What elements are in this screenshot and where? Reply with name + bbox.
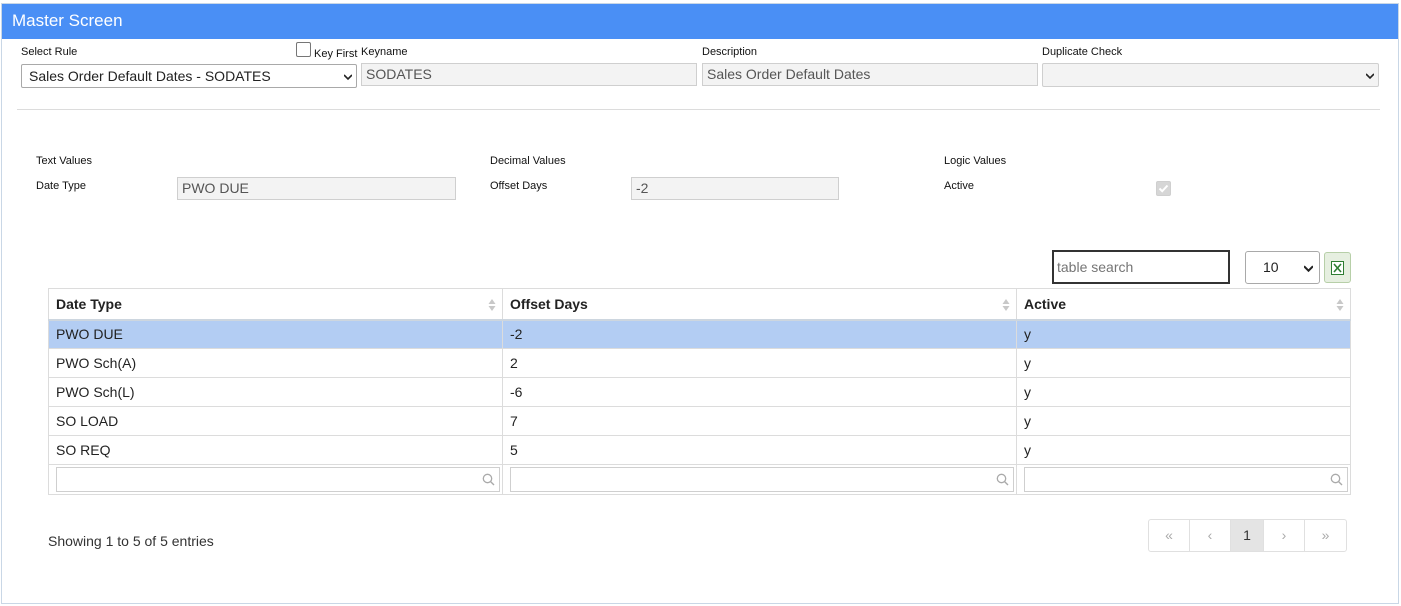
- column-header-label: Date Type: [56, 295, 122, 312]
- description-label: Description: [702, 46, 758, 58]
- column-header-label: Offset Days: [510, 295, 588, 312]
- table-row[interactable]: SO LOAD 7 y: [48, 406, 1351, 436]
- chevron-down-icon: [1304, 265, 1313, 273]
- filter-cell: [502, 464, 1017, 495]
- page-1-button[interactable]: 1: [1231, 520, 1264, 551]
- excel-icon: [1331, 261, 1344, 275]
- cell-offset-days: -2: [502, 319, 1017, 349]
- table-row[interactable]: PWO Sch(A) 2 y: [48, 348, 1351, 378]
- table-row[interactable]: PWO DUE -2 y: [48, 319, 1351, 349]
- search-icon: [482, 473, 495, 486]
- table-search-input[interactable]: table search: [1052, 250, 1230, 284]
- duplicate-check-label: Duplicate Check: [1042, 46, 1123, 58]
- search-icon: [1330, 473, 1343, 486]
- filter-row: [48, 464, 1351, 495]
- column-filter-active[interactable]: [1024, 467, 1348, 492]
- column-header-active[interactable]: Active: [1016, 288, 1351, 321]
- select-rule-label: Select Rule: [21, 46, 78, 58]
- cell-date-type: SO LOAD: [48, 406, 503, 436]
- sort-icon: [1336, 299, 1344, 311]
- offset-days-field[interactable]: -2: [631, 177, 839, 200]
- sort-icon: [488, 299, 496, 311]
- pagination: « ‹ 1 › »: [1148, 519, 1347, 552]
- cell-offset-days: -6: [502, 377, 1017, 407]
- first-page-button[interactable]: «: [1149, 520, 1190, 551]
- filter-cell: [48, 464, 503, 495]
- table-row[interactable]: PWO Sch(L) -6 y: [48, 377, 1351, 407]
- chevron-down-icon: [1366, 73, 1374, 80]
- cell-date-type: SO REQ: [48, 435, 503, 465]
- section-divider: [17, 109, 1380, 110]
- panel-title: Master Screen: [2, 4, 1398, 39]
- column-header-date-type[interactable]: Date Type: [48, 288, 503, 321]
- date-type-label: Date Type: [36, 180, 86, 192]
- cell-active: y: [1016, 348, 1351, 378]
- key-first-checkbox[interactable]: [296, 42, 311, 57]
- cell-date-type: PWO Sch(A): [48, 348, 503, 378]
- table-info: Showing 1 to 5 of 5 entries: [48, 533, 214, 549]
- last-page-button[interactable]: »: [1305, 520, 1346, 551]
- active-label: Active: [944, 180, 974, 192]
- offset-days-label: Offset Days: [490, 180, 548, 192]
- column-filter-offset-days[interactable]: [510, 467, 1014, 492]
- active-checkbox[interactable]: [1156, 181, 1171, 196]
- cell-offset-days: 2: [502, 348, 1017, 378]
- chevron-down-icon: [344, 74, 352, 81]
- description-field[interactable]: Sales Order Default Dates: [702, 63, 1038, 86]
- sort-icon: [1002, 299, 1010, 311]
- text-values-heading: Text Values: [36, 155, 93, 167]
- column-header-offset-days[interactable]: Offset Days: [502, 288, 1017, 321]
- cell-date-type: PWO Sch(L): [48, 377, 503, 407]
- keyname-label: Keyname: [361, 46, 408, 58]
- logic-values-heading: Logic Values: [944, 155, 1007, 167]
- checkmark-icon: [1158, 184, 1169, 193]
- key-first-label: Key First: [314, 48, 358, 60]
- duplicate-check-dropdown[interactable]: [1042, 63, 1379, 87]
- cell-active: y: [1016, 319, 1351, 349]
- page-size-value: 10: [1263, 259, 1279, 275]
- page-size-select[interactable]: 10: [1245, 251, 1320, 284]
- keyname-field[interactable]: SODATES: [361, 63, 697, 86]
- table-search-placeholder: table search: [1057, 259, 1134, 275]
- cell-date-type: PWO DUE: [48, 319, 503, 349]
- date-type-field[interactable]: PWO DUE: [177, 177, 456, 200]
- decimal-values-heading: Decimal Values: [490, 155, 566, 167]
- next-page-button[interactable]: ›: [1264, 520, 1305, 551]
- cell-offset-days: 7: [502, 406, 1017, 436]
- previous-page-button[interactable]: ‹: [1190, 520, 1231, 551]
- cell-active: y: [1016, 377, 1351, 407]
- select-rule-value: Sales Order Default Dates - SODATES: [29, 68, 271, 84]
- table-row[interactable]: SO REQ 5 y: [48, 435, 1351, 465]
- select-rule-dropdown[interactable]: Sales Order Default Dates - SODATES: [21, 64, 357, 88]
- column-header-label: Active: [1024, 295, 1067, 312]
- export-excel-button[interactable]: [1324, 252, 1351, 283]
- cell-active: y: [1016, 406, 1351, 436]
- filter-cell: [1016, 464, 1351, 495]
- column-filter-date-type[interactable]: [56, 467, 500, 492]
- search-icon: [996, 473, 1009, 486]
- rules-table: Date Type Offset Days Active PWO DUE -2 …: [48, 288, 1351, 495]
- cell-offset-days: 5: [502, 435, 1017, 465]
- cell-active: y: [1016, 435, 1351, 465]
